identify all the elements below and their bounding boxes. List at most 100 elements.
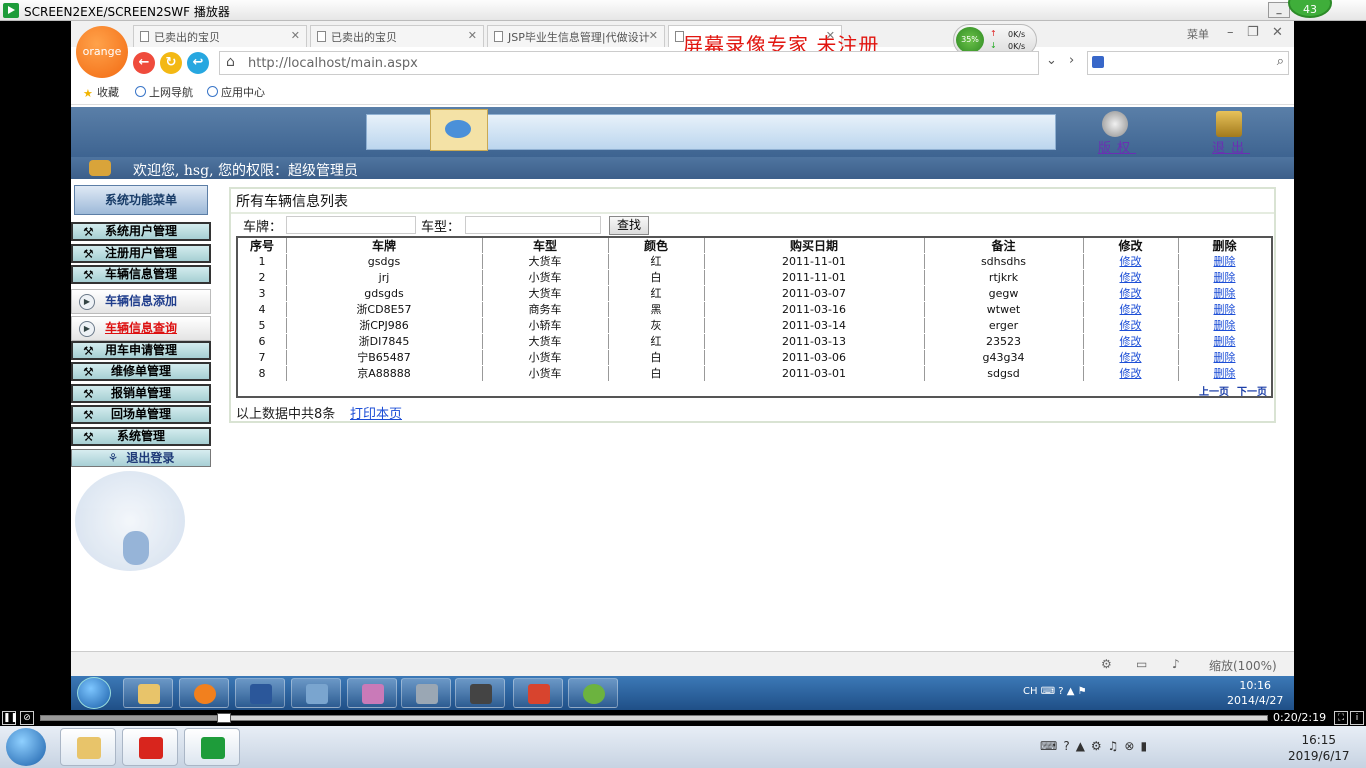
close-icon[interactable]: ✕: [291, 29, 300, 42]
table-header-cell: 备注: [991, 239, 1016, 253]
home-icon[interactable]: ⌂: [226, 54, 235, 70]
sidebar-item-repair[interactable]: ⚒ 维修单管理: [71, 362, 211, 381]
seek-track[interactable]: [40, 713, 1268, 723]
stop-icon[interactable]: ⊘: [20, 711, 34, 725]
column-divider: [704, 318, 705, 333]
refresh-icon[interactable]: ↻: [160, 52, 182, 74]
table-cell: 小货车: [528, 271, 562, 284]
taskbar-clock[interactable]: 16:15 2019/6/17: [1288, 732, 1350, 764]
table-cell: 7: [258, 351, 266, 364]
minimize-icon[interactable]: –: [1227, 25, 1234, 40]
player-minimize-button[interactable]: _: [1268, 2, 1290, 18]
browser-menu-button[interactable]: 菜单: [1187, 26, 1209, 42]
taskbar-app-5[interactable]: [347, 678, 397, 708]
logout-button[interactable]: ⚘ 退出登录: [71, 449, 211, 467]
favorites-item-nav[interactable]: 上网导航: [135, 84, 193, 100]
close-icon[interactable]: ✕: [649, 29, 658, 42]
search-icon[interactable]: ⌕: [1277, 54, 1284, 69]
delete-link[interactable]: 删除: [1178, 286, 1271, 302]
delete-link[interactable]: 删除: [1178, 318, 1271, 334]
pause-icon[interactable]: ❚❚: [2, 711, 18, 725]
plate-input[interactable]: [286, 216, 416, 234]
screen-icon[interactable]: ▭: [1136, 657, 1147, 671]
sidebar-item-system[interactable]: ⚒ 系统管理: [71, 427, 211, 446]
delete-link[interactable]: 删除: [1178, 254, 1271, 270]
fullscreen-icon[interactable]: ⛶: [1334, 711, 1348, 725]
taskbar-browser[interactable]: [179, 678, 229, 708]
exit-link[interactable]: 退出: [1212, 137, 1250, 156]
taskbar-player[interactable]: [184, 728, 240, 766]
chevron-down-icon[interactable]: ⌄: [1046, 53, 1057, 68]
speaker-icon[interactable]: ♪: [1172, 657, 1180, 671]
sidebar-item-vehicle-info[interactable]: ⚒ 车辆信息管理: [71, 265, 211, 284]
favorites-item-apps[interactable]: 应用中心: [207, 84, 265, 100]
tab-3[interactable]: JSP毕业生信息管理|代做设计 ✕: [487, 25, 665, 47]
seek-knob[interactable]: [217, 713, 231, 723]
ime-indicator[interactable]: CH: [1023, 686, 1038, 697]
address-bar[interactable]: ⌂: [219, 51, 1039, 75]
close-window-icon[interactable]: ✕: [1272, 25, 1283, 40]
taskbar-app-6[interactable]: [401, 678, 451, 708]
search-button[interactable]: 查找: [609, 216, 649, 235]
prev-page-link[interactable]: 上一页: [1199, 387, 1229, 398]
sidebar-item-registered-users[interactable]: ⚒ 注册用户管理: [71, 244, 211, 263]
taskbar-app-4[interactable]: [291, 678, 341, 708]
sidebar-subitem-vehicle-add[interactable]: ▶ 车辆信息添加: [71, 289, 211, 314]
tab-1[interactable]: 已卖出的宝贝 ✕: [133, 25, 307, 47]
undo-icon[interactable]: ↩: [187, 52, 209, 74]
table-cell: 2011-03-16: [782, 303, 846, 316]
sidebar-item-reimburse[interactable]: ⚒ 报销单管理: [71, 384, 211, 403]
zoom-level[interactable]: 缩放(100%): [1209, 657, 1277, 674]
taskbar-explorer[interactable]: [123, 678, 173, 708]
page-icon: [317, 31, 326, 42]
vehicle-list-panel: 所有车辆信息列表 车牌： 车型： 查找 序号 车牌 车型 颜色 购买日期 备注 修改 删除 1 g…: [229, 187, 1276, 423]
edit-link[interactable]: 修改: [1083, 318, 1178, 334]
forward-icon[interactable]: ›: [1069, 53, 1074, 68]
restore-icon[interactable]: ❐: [1247, 25, 1259, 40]
taskbar-ff[interactable]: [122, 728, 178, 766]
column-divider: [482, 350, 483, 365]
edit-link[interactable]: 修改: [1083, 350, 1178, 366]
tab-2[interactable]: 已卖出的宝贝 ✕: [310, 25, 484, 47]
edit-link[interactable]: 修改: [1083, 366, 1178, 382]
sidebar-item-return[interactable]: ⚒ 回场单管理: [71, 405, 211, 424]
sidebar-item-system-users[interactable]: ⚒ 系统用户管理: [71, 222, 211, 241]
taskbar-explorer[interactable]: [60, 728, 116, 766]
edit-link[interactable]: 修改: [1083, 334, 1178, 350]
taskbar-app-8[interactable]: [513, 678, 563, 708]
back-icon[interactable]: ←: [133, 52, 155, 74]
type-input[interactable]: [465, 216, 601, 234]
delete-link[interactable]: 删除: [1178, 334, 1271, 350]
search-input[interactable]: ⌕: [1087, 51, 1289, 75]
taskbar-app-9[interactable]: [568, 678, 618, 708]
search-engine-icon[interactable]: [1092, 56, 1104, 68]
info-icon[interactable]: i: [1350, 711, 1364, 725]
arrow-right-icon: ▶: [79, 321, 95, 337]
delete-link[interactable]: 删除: [1178, 366, 1271, 382]
close-icon[interactable]: ✕: [468, 29, 477, 42]
taskbar-word[interactable]: [235, 678, 285, 708]
table-cell: 京A88888: [357, 367, 411, 380]
delete-link[interactable]: 删除: [1178, 350, 1271, 366]
start-button[interactable]: [77, 677, 111, 709]
url-input[interactable]: [248, 54, 1008, 72]
column-divider: [924, 270, 925, 285]
auth-link[interactable]: 版权: [1098, 137, 1136, 156]
taskbar-app-7[interactable]: [455, 678, 505, 708]
gear-icon[interactable]: ⚙: [1101, 657, 1112, 671]
next-page-link[interactable]: 下一页: [1237, 387, 1267, 398]
table-cell: 2011-03-01: [782, 367, 846, 380]
delete-link[interactable]: 删除: [1178, 270, 1271, 286]
taskbar-clock[interactable]: 10:16 2014/4/27: [1227, 678, 1283, 708]
print-link[interactable]: 打印本页: [350, 403, 402, 422]
edit-link[interactable]: 修改: [1083, 286, 1178, 302]
sidebar-subitem-vehicle-query[interactable]: ▶ 车辆信息查询: [71, 316, 211, 341]
edit-link[interactable]: 修改: [1083, 270, 1178, 286]
edit-link[interactable]: 修改: [1083, 302, 1178, 318]
app-icon: [470, 684, 492, 704]
start-button[interactable]: [6, 728, 46, 766]
favorites-item-collect[interactable]: ★ 收藏: [83, 84, 119, 100]
sidebar-item-usage-request[interactable]: ⚒ 用车申请管理: [71, 341, 211, 360]
delete-link[interactable]: 删除: [1178, 302, 1271, 318]
edit-link[interactable]: 修改: [1083, 254, 1178, 270]
